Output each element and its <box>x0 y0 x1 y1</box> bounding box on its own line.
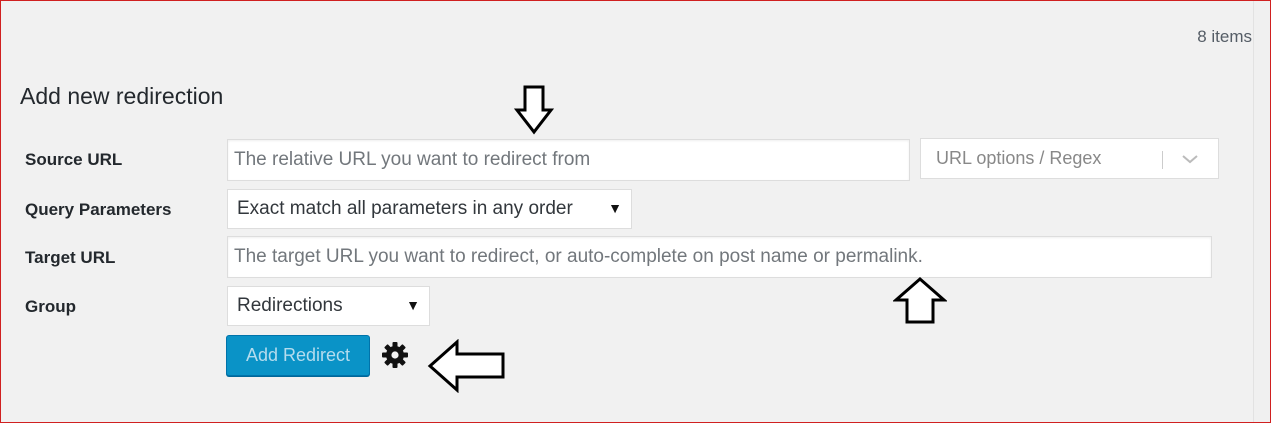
group-select[interactable]: Redirections ▼ <box>227 286 430 326</box>
annotation-arrow-down-icon <box>514 85 554 135</box>
annotation-arrow-up-icon <box>893 277 947 324</box>
group-label: Group <box>25 297 76 316</box>
url-options-dropdown[interactable]: URL options / Regex <box>920 138 1219 179</box>
add-redirect-button[interactable]: Add Redirect <box>226 335 370 376</box>
url-options-label: URL options / Regex <box>936 148 1102 168</box>
target-url-label: Target URL <box>25 248 116 267</box>
group-value: Redirections <box>237 295 343 316</box>
source-url-label: Source URL <box>25 150 123 169</box>
select-arrow-icon: ▼ <box>608 200 622 217</box>
source-url-input[interactable] <box>227 139 910 181</box>
query-parameters-select[interactable]: Exact match all parameters in any order … <box>227 189 632 229</box>
query-parameters-value: Exact match all parameters in any order <box>237 198 573 219</box>
gear-icon[interactable] <box>381 341 409 369</box>
chevron-down-icon <box>1182 155 1198 164</box>
page-title: Add new redirection <box>20 83 224 109</box>
scrollbar[interactable] <box>1253 1 1270 422</box>
select-arrow-icon: ▼ <box>406 297 420 314</box>
annotation-arrow-left-icon <box>427 339 505 393</box>
target-url-input[interactable] <box>227 236 1212 278</box>
items-count: 8 items <box>1197 27 1252 46</box>
query-parameters-label: Query Parameters <box>25 200 172 219</box>
dropdown-separator <box>1162 151 1163 169</box>
screenshot-frame <box>0 0 1271 423</box>
